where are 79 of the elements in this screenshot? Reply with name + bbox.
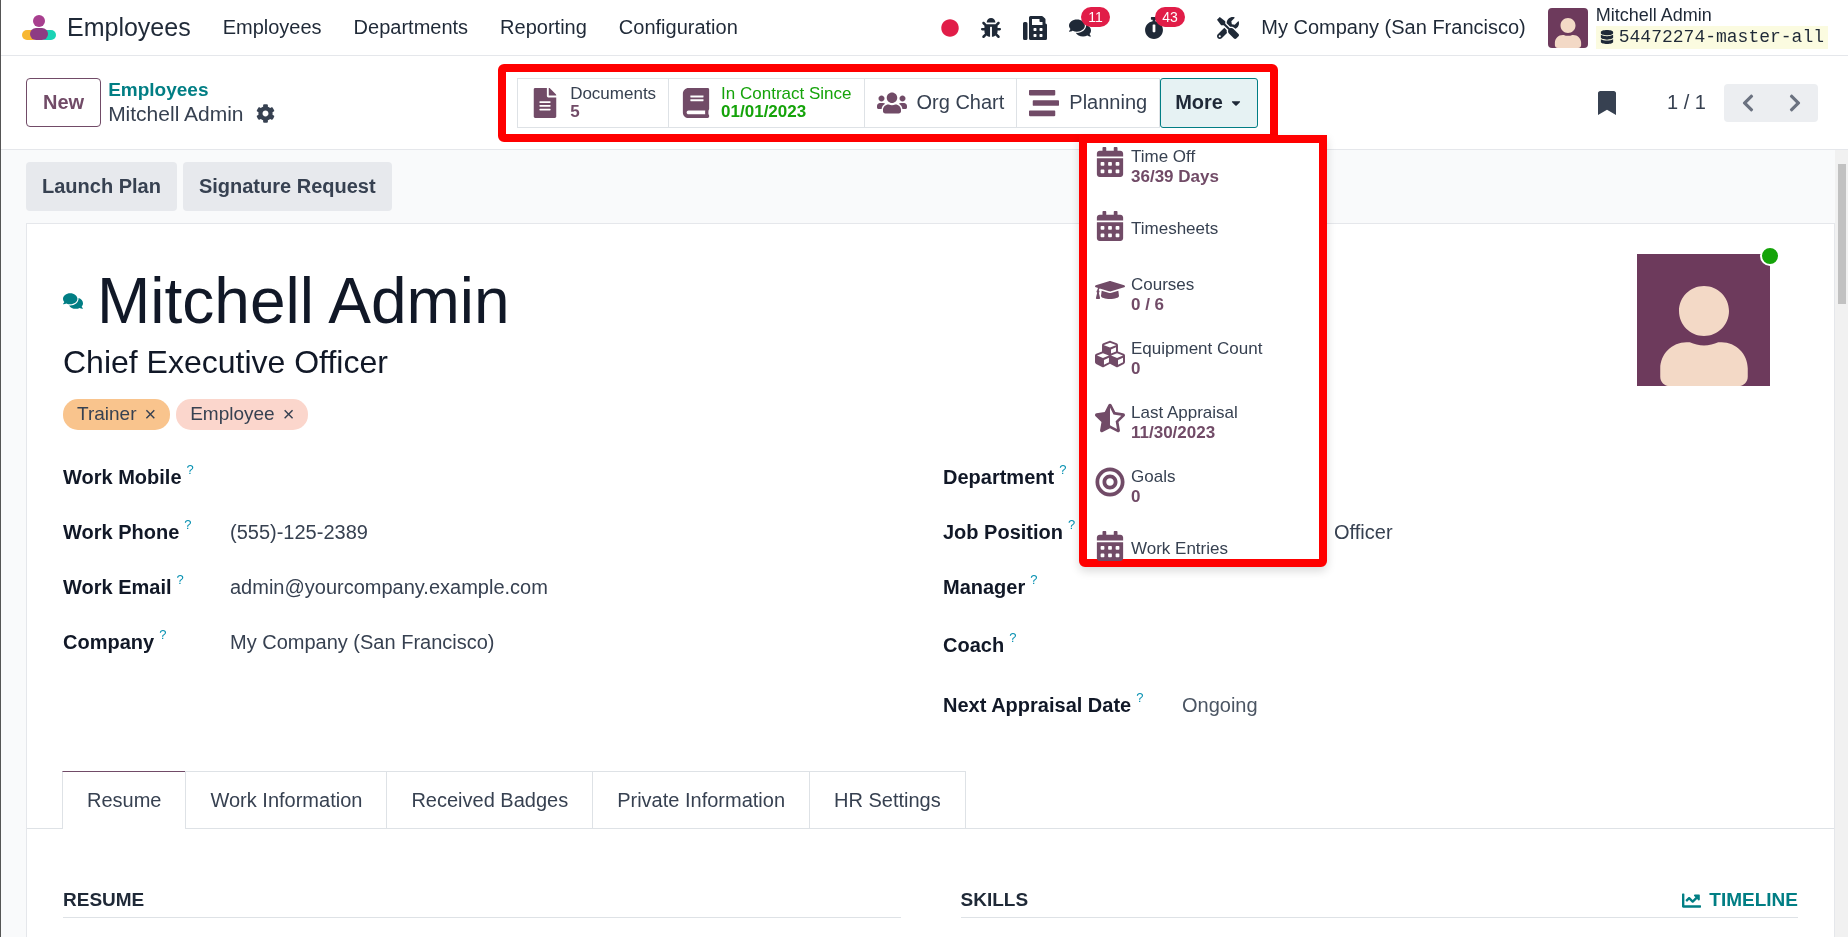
help-tooltip-mark[interactable]: ? <box>1030 572 1038 587</box>
field-label: Work Email <box>63 576 172 599</box>
field-label: Work Mobile <box>63 466 182 489</box>
dropdown-item[interactable]: Goals 0 <box>1091 467 1319 531</box>
bug-icon[interactable] <box>981 17 1002 38</box>
phone-icon[interactable] <box>1023 15 1048 40</box>
help-tooltip-mark[interactable]: ? <box>176 572 184 587</box>
pager-value: 1 / 1 <box>1667 91 1706 114</box>
settings-icon[interactable] <box>255 104 275 124</box>
nav-menu-item[interactable]: Reporting <box>500 16 587 39</box>
nav-menu-item[interactable]: Configuration <box>618 16 738 39</box>
section-heading: SKILLS <box>960 889 1029 911</box>
app-name[interactable]: Employees <box>67 13 191 42</box>
timeline-link[interactable]: TIMELINE <box>1682 889 1798 911</box>
help-tooltip-mark[interactable]: ? <box>159 627 167 642</box>
action-button[interactable]: Signature Request <box>182 162 392 211</box>
job-title: Chief Executive Officer <box>63 344 389 381</box>
field-label: Next Appraisal Date <box>943 693 1132 717</box>
field-value: Officer <box>1333 521 1393 544</box>
section-heading: RESUME <box>63 889 145 911</box>
tab[interactable]: HR Settings <box>809 771 966 828</box>
target-icon <box>1095 467 1125 497</box>
field-label: Manager <box>943 576 1026 599</box>
message-count-badge: 11 <box>1081 6 1110 27</box>
nav-menu-item[interactable]: Employees <box>222 16 322 39</box>
field-value: Ongoing <box>1182 693 1258 717</box>
field-label: Work Phone <box>63 521 180 544</box>
tab[interactable]: Resume <box>62 771 187 829</box>
bars-icon <box>1029 87 1060 118</box>
field-label: Company <box>63 631 155 654</box>
activity-count-badge: 43 <box>1155 6 1185 27</box>
calendar-icon <box>1095 211 1125 241</box>
field-value: (555)-125-2389 <box>230 521 368 544</box>
help-tooltip-mark[interactable]: ? <box>1068 517 1076 532</box>
field-label: Department <box>943 466 1055 489</box>
book-icon <box>681 87 712 118</box>
help-tooltip-mark[interactable]: ? <box>1009 629 1017 645</box>
record-name: Mitchell Admin <box>108 101 244 127</box>
smart-button[interactable]: Org Chart <box>863 77 1018 128</box>
dropdown-item[interactable]: Courses 0 / 6 <box>1091 275 1319 339</box>
tag-label: Trainer <box>77 403 137 426</box>
record-icon[interactable] <box>941 18 960 37</box>
nav-menu-item[interactable]: Departments <box>353 16 469 39</box>
cubes-icon <box>1095 339 1125 369</box>
tools-icon[interactable] <box>1217 16 1240 39</box>
field-label: Coach <box>943 633 1005 657</box>
remove-tag-button[interactable]: × <box>282 403 295 426</box>
smart-button[interactable]: Documents 5 <box>517 77 670 128</box>
help-tooltip-mark[interactable]: ? <box>1136 689 1144 705</box>
help-tooltip-mark[interactable]: ? <box>186 462 194 477</box>
breadcrumb-link[interactable]: Employees <box>108 78 499 102</box>
more-button[interactable]: More <box>1160 77 1258 128</box>
dropdown-item[interactable]: Time Off 36/39 Days <box>1091 147 1319 211</box>
dropdown-item[interactable]: Timesheets <box>1091 211 1319 275</box>
app-logo-icon <box>21 13 57 42</box>
dropdown-item[interactable]: Work Entries <box>1091 531 1319 595</box>
company-switcher[interactable]: My Company (San Francisco) <box>1261 16 1526 39</box>
help-tooltip-mark[interactable]: ? <box>1059 462 1067 477</box>
calendar-icon <box>1095 531 1125 561</box>
dropdown-item[interactable]: Last Appraisal 11/30/2023 <box>1091 403 1319 467</box>
dropdown-item[interactable]: Equipment Count 0 <box>1091 339 1319 403</box>
employee-name: Mitchell Admin <box>97 264 510 338</box>
star-icon <box>1095 403 1125 433</box>
remove-tag-button[interactable]: × <box>144 403 157 426</box>
help-tooltip-mark[interactable]: ? <box>184 517 192 532</box>
scrollbar-thumb[interactable] <box>1837 164 1846 304</box>
calendar-icon <box>1095 147 1125 177</box>
field-value: admin@yourcompany.example.com <box>230 576 548 599</box>
new-button[interactable]: New <box>26 78 102 127</box>
database-badge: 54472274-master-all <box>1595 25 1828 50</box>
action-button[interactable]: Launch Plan <box>26 162 177 211</box>
field-value: My Company (San Francisco) <box>230 631 495 654</box>
tag-label: Employee <box>190 403 275 426</box>
field-label: Job Position <box>943 521 1063 544</box>
smart-button[interactable]: Planning <box>1016 77 1161 128</box>
chart-icon <box>1682 890 1702 910</box>
user-avatar[interactable] <box>1547 7 1588 48</box>
user-name[interactable]: Mitchell Admin <box>1595 5 1828 26</box>
person-silhouette-icon <box>1552 17 1583 48</box>
